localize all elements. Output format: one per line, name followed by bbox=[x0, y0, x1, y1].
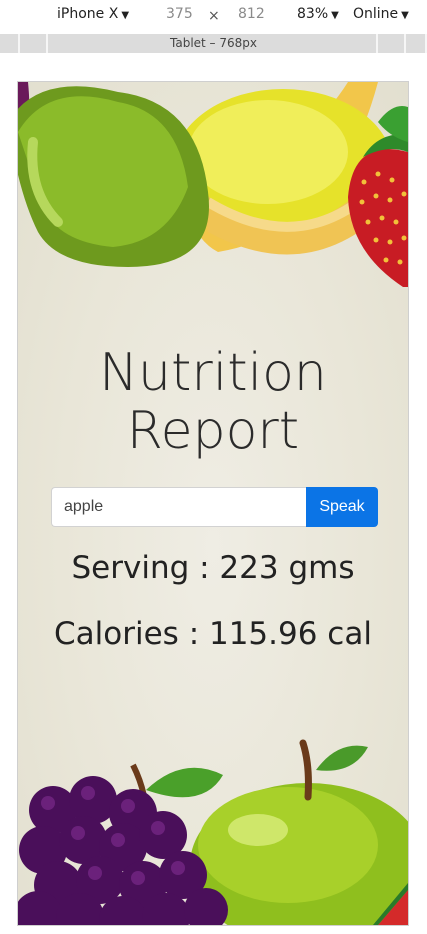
dimension-separator: × bbox=[208, 8, 220, 24]
title-line-2: Report bbox=[126, 401, 300, 461]
title-line-1: Nutrition bbox=[99, 343, 327, 403]
search-group: Speak bbox=[51, 487, 378, 527]
network-select[interactable]: Online ▼ bbox=[353, 6, 409, 22]
device-viewport: Nutrition Report Speak Serving : 223 gms… bbox=[18, 82, 408, 925]
chevron-down-icon: ▼ bbox=[331, 10, 339, 21]
devtools-toolbar: iPhone X ▼ 375 × 812 83% ▼ Online ▼ bbox=[0, 0, 427, 31]
width-input[interactable]: 375 bbox=[166, 6, 193, 22]
breakpoint-label: Tablet – 768px bbox=[170, 36, 257, 50]
food-search-input[interactable] bbox=[51, 487, 306, 527]
serving-text: Serving : 223 gms bbox=[71, 550, 355, 586]
zoom-label: 83% bbox=[297, 6, 329, 22]
media-query-bar: Tablet – 768px bbox=[0, 34, 427, 53]
height-input[interactable]: 812 bbox=[238, 6, 265, 22]
speak-button[interactable]: Speak bbox=[306, 487, 378, 527]
calories-text: Calories : 115.96 cal bbox=[54, 616, 372, 652]
chevron-down-icon: ▼ bbox=[401, 10, 409, 21]
device-select[interactable]: iPhone X ▼ bbox=[57, 6, 129, 22]
fruit-bottom-illustration bbox=[18, 739, 408, 925]
device-label: iPhone X bbox=[57, 6, 119, 22]
page-title: Nutrition Report bbox=[18, 344, 408, 460]
chevron-down-icon: ▼ bbox=[121, 10, 130, 21]
fruit-top-illustration bbox=[18, 82, 408, 287]
zoom-select[interactable]: 83% ▼ bbox=[297, 6, 339, 22]
network-label: Online bbox=[353, 6, 399, 22]
